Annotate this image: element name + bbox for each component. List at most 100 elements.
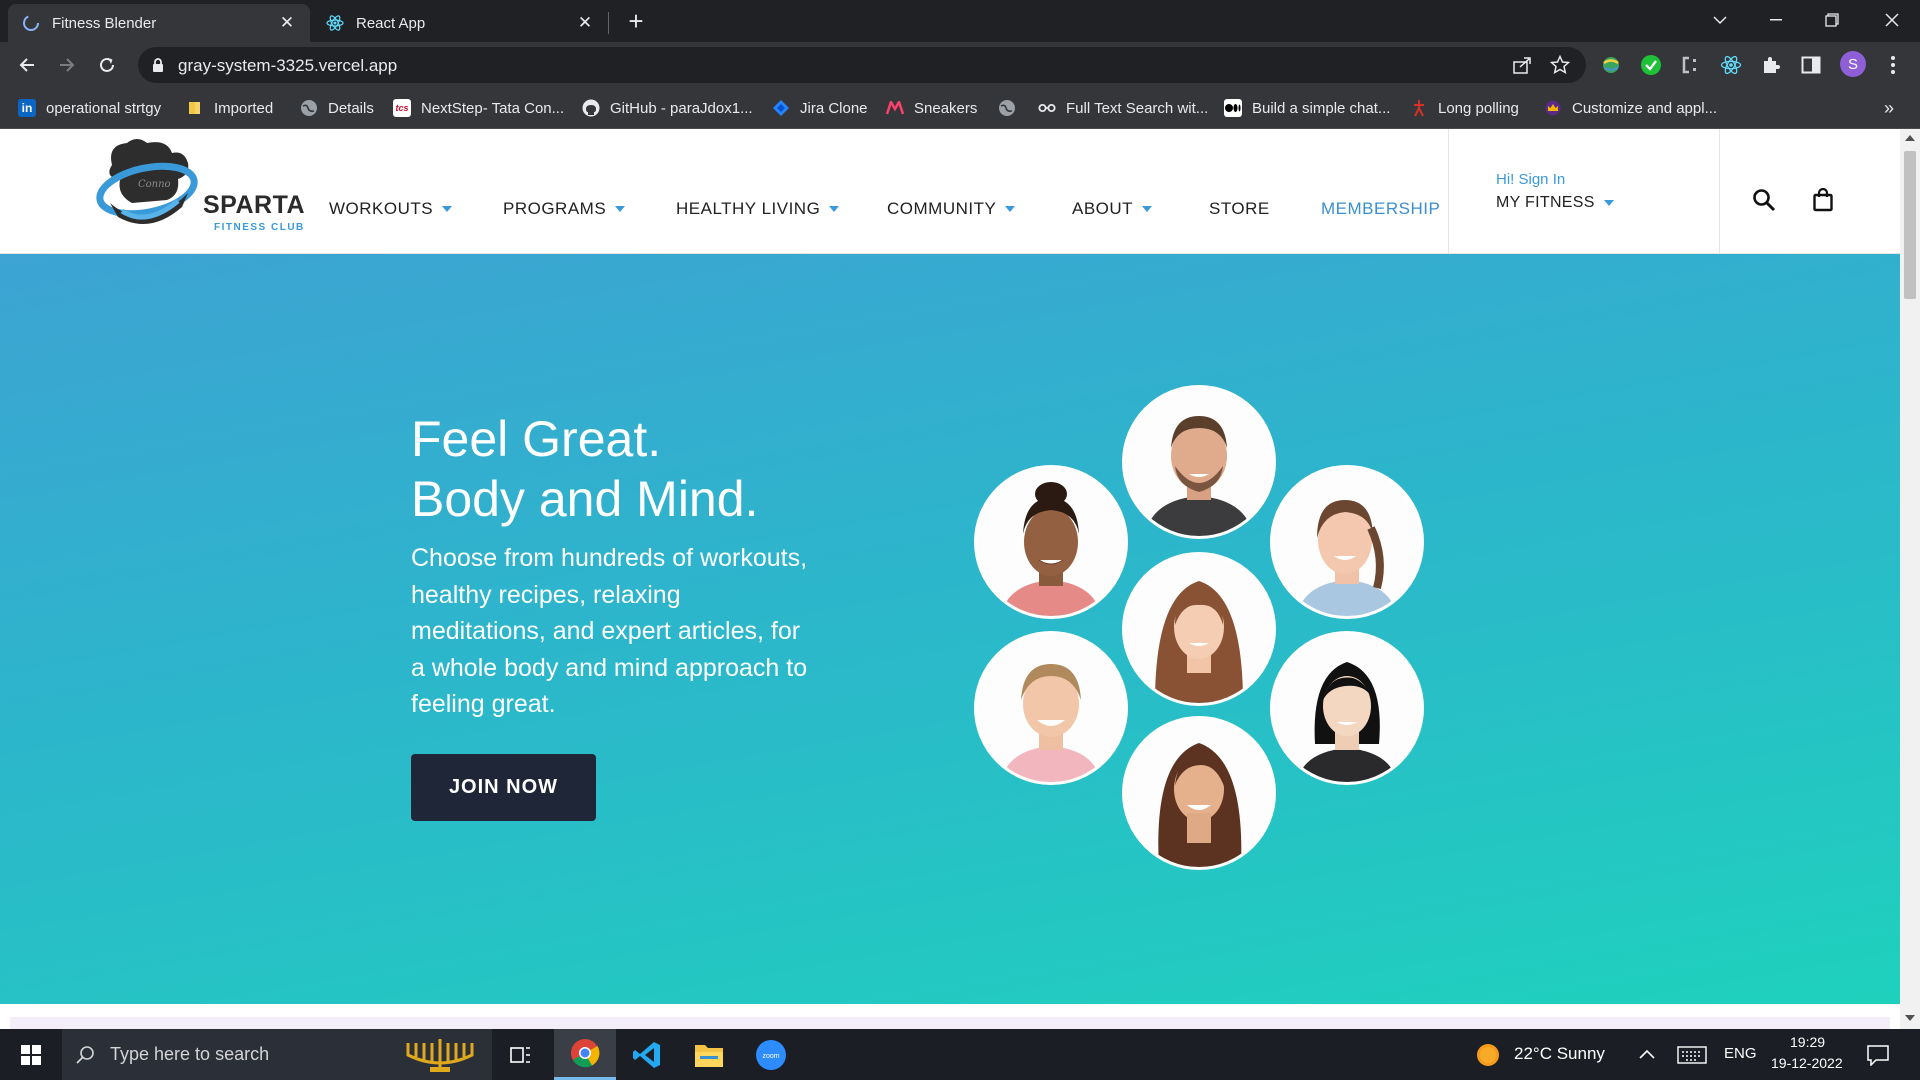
new-tab-button[interactable]: + [622, 8, 650, 36]
nav-programs[interactable]: PROGRAMS [503, 199, 626, 219]
site-header: Conno SPARTA FITNESS CLUB WORKOUTS PROGR… [0, 129, 1900, 254]
lock-icon[interactable] [152, 57, 164, 78]
react-icon [326, 14, 344, 32]
taskbar-file-explorer[interactable] [678, 1029, 740, 1080]
notification-icon[interactable] [1866, 1044, 1890, 1071]
nav-about[interactable]: ABOUT [1072, 199, 1153, 219]
bookmark-label: Imported [214, 99, 274, 117]
tab-fitness-blender[interactable]: Fitness Blender ✕ [8, 4, 310, 42]
back-button[interactable] [12, 50, 42, 80]
trainer-avatar [1122, 552, 1276, 706]
taskbar-chrome[interactable] [554, 1029, 616, 1080]
bookmark-build-chat[interactable]: Build a simple chat... [1224, 88, 1390, 128]
chrome-menu-icon[interactable] [1882, 54, 1904, 76]
link-icon [1038, 99, 1056, 117]
nav-label: ABOUT [1072, 199, 1134, 218]
side-panel-icon[interactable] [1800, 54, 1822, 76]
bookmark-sneakers[interactable]: Sneakers [886, 88, 977, 128]
bookmark-nextstep[interactable]: tcs NextStep- Tata Con... [393, 88, 564, 128]
bookmark-jira[interactable]: Jira Clone [772, 88, 868, 128]
page-scrollbar[interactable] [1900, 129, 1920, 1029]
nav-label: WORKOUTS [329, 199, 434, 218]
nav-store[interactable]: STORE [1209, 199, 1270, 219]
tab-react-app[interactable]: React App ✕ [312, 4, 608, 42]
bookmark-label: GitHub - paraJdox1... [610, 99, 753, 117]
shopping-bag-icon[interactable] [1808, 185, 1838, 215]
clock-date[interactable]: 19-12-2022 [1771, 1055, 1843, 1071]
windows-start-button[interactable] [2, 1029, 60, 1080]
trainer-avatar [1270, 465, 1424, 619]
hero-heading-line: Body and Mind. [411, 471, 759, 527]
more-bookmarks-button[interactable]: » [1884, 88, 1894, 128]
minimize-button[interactable] [1748, 0, 1804, 40]
bookmark-label: Build a simple chat... [1252, 99, 1391, 117]
profile-avatar[interactable]: S [1840, 51, 1866, 77]
language-indicator[interactable]: ENG [1724, 1045, 1757, 1062]
bookmark-full-text-search[interactable]: Full Text Search wit... [1038, 88, 1208, 128]
browser-title-bar: Fitness Blender ✕ React App ✕ + [0, 0, 1920, 42]
my-fitness-menu[interactable]: MY FITNESS [1496, 194, 1614, 212]
crown-icon [1544, 99, 1562, 117]
browser-toolbar: gray-system-3325.vercel.app S [0, 42, 1920, 88]
bookmark-label: Long polling [1438, 99, 1519, 117]
scrollbar-thumb[interactable] [1904, 151, 1916, 299]
nav-workouts[interactable]: WORKOUTS [329, 199, 453, 219]
sign-in-link[interactable]: Hi! Sign In [1496, 171, 1565, 188]
close-window-button[interactable] [1864, 0, 1920, 40]
bookmark-label: operational strtgy [46, 99, 162, 117]
show-hidden-icons-chevron[interactable] [1639, 1046, 1655, 1064]
restore-button[interactable] [1804, 0, 1860, 40]
extensions-puzzle-icon[interactable] [1760, 54, 1782, 76]
bookmark-globe[interactable] [998, 88, 1026, 128]
svg-text:zoom: zoom [762, 1053, 779, 1060]
nav-community[interactable]: COMMUNITY [887, 199, 1016, 219]
brand-name[interactable]: SPARTA [203, 191, 305, 220]
clock-time[interactable]: 19:29 [1790, 1034, 1825, 1050]
caret-down-icon [829, 206, 840, 212]
hero-heading-line: Feel Great. [411, 411, 662, 467]
react-devtools-icon[interactable] [1720, 54, 1742, 76]
reload-button[interactable] [92, 50, 122, 80]
weather-text[interactable]: 22°C Sunny [1514, 1044, 1605, 1064]
hero-heading: Feel Great. Body and Mind. [411, 409, 758, 529]
brand-subtitle: FITNESS CLUB [214, 222, 305, 233]
bookmark-label: Sneakers [914, 99, 978, 117]
nav-membership[interactable]: MEMBERSHIP [1321, 199, 1440, 219]
close-tab-icon[interactable]: ✕ [278, 14, 296, 32]
hero-section: Feel Great. Body and Mind. Choose from h… [0, 254, 1900, 1004]
task-view-button[interactable] [492, 1029, 550, 1080]
check-extension-icon[interactable] [1640, 54, 1662, 76]
keyboard-icon[interactable] [1677, 1046, 1707, 1069]
bookmark-long-polling[interactable]: Long polling [1410, 88, 1519, 128]
tab-search-chevron-icon[interactable] [1692, 0, 1748, 40]
bookmark-details[interactable]: Details [300, 88, 374, 128]
join-now-button[interactable]: JOIN NOW [411, 754, 596, 821]
search-icon[interactable] [1749, 185, 1779, 215]
hero-description: Choose from hundreds of workouts, health… [411, 544, 808, 718]
bookmark-operational[interactable]: in operational strtgy [18, 88, 161, 128]
taskbar-zoom[interactable]: zoom [740, 1029, 802, 1080]
scroll-down-icon[interactable] [1905, 1015, 1915, 1021]
address-bar[interactable]: gray-system-3325.vercel.app [138, 47, 1586, 83]
tab-title: Fitness Blender [52, 14, 157, 32]
close-tab-icon[interactable]: ✕ [576, 14, 594, 32]
caret-down-icon [442, 206, 453, 212]
share-icon[interactable] [1512, 55, 1532, 75]
bookmark-star-icon[interactable] [1550, 55, 1570, 75]
tcs-icon: tcs [393, 99, 411, 117]
weather-sun-icon[interactable] [1476, 1043, 1500, 1072]
extension-globe-icon[interactable] [1600, 54, 1622, 76]
taskbar-search-box[interactable]: Type here to search [62, 1029, 492, 1080]
bookmark-github[interactable]: GitHub - paraJdox1... [582, 88, 753, 128]
url-text: gray-system-3325.vercel.app [178, 56, 398, 75]
logo-text: Conno [138, 179, 171, 190]
scroll-up-icon[interactable] [1905, 135, 1915, 141]
code-extension-icon[interactable] [1680, 54, 1702, 76]
nav-label: PROGRAMS [503, 199, 607, 218]
bookmark-customize[interactable]: Customize and appl... [1544, 88, 1717, 128]
nav-healthy-living[interactable]: HEALTHY LIVING [676, 199, 840, 219]
forward-button[interactable] [52, 50, 82, 80]
bookmark-imported[interactable]: Imported [186, 88, 273, 128]
loading-icon [22, 14, 40, 32]
taskbar-vscode[interactable] [616, 1029, 678, 1080]
